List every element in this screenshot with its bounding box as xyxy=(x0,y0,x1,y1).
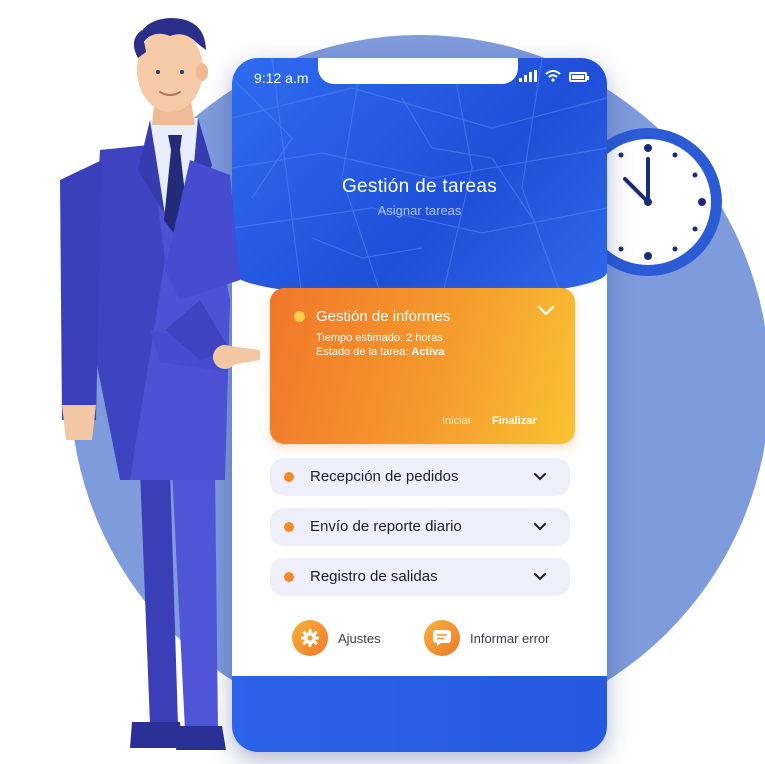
task-status-dot xyxy=(284,472,294,482)
task-label: Registro de salidas xyxy=(310,568,438,585)
report-error-label: Informar error xyxy=(470,630,550,646)
app-header: 9:12 a.m Gestión de tareas Asignar tarea… xyxy=(232,58,607,298)
gear-icon xyxy=(292,620,328,656)
finish-task-button[interactable]: Finalizar xyxy=(492,415,537,427)
settings-button[interactable]: Ajustes xyxy=(292,620,381,656)
status-icons xyxy=(519,70,589,82)
active-task-title: Gestión de informes xyxy=(316,308,451,325)
task-label: Recepción de pedidos xyxy=(310,468,459,485)
chevron-down-icon[interactable] xyxy=(537,304,555,318)
active-task-status-value: Activa xyxy=(411,346,445,358)
active-task-card[interactable]: Gestión de informes Tiempo estimado: 2 h… xyxy=(270,288,575,444)
status-time: 9:12 a.m xyxy=(254,70,309,86)
settings-label: Ajustes xyxy=(338,630,381,646)
active-task-time-estimate: Tiempo estimado: 2 horas xyxy=(316,332,443,344)
active-task-status-prefix: Estado de la tarea: xyxy=(316,346,412,358)
chevron-down-icon[interactable] xyxy=(534,472,546,482)
page-title: Gestión de tareas xyxy=(341,176,498,197)
task-item[interactable]: Registro de salidas xyxy=(270,558,570,596)
task-item[interactable]: Envío de reporte diario xyxy=(270,508,570,546)
page-subtitle: Asignar tareas xyxy=(377,203,462,218)
start-task-button[interactable]: Iniciar xyxy=(442,415,471,427)
signal-icon xyxy=(519,70,537,82)
wifi-icon xyxy=(545,70,561,82)
message-icon xyxy=(424,620,460,656)
phone-mockup: 9:12 a.m Gestión de tareas Asignar tarea… xyxy=(232,58,607,752)
battery-icon xyxy=(569,72,589,82)
chevron-down-icon[interactable] xyxy=(534,522,546,532)
chevron-down-icon[interactable] xyxy=(534,572,546,582)
report-error-button[interactable]: Informar error xyxy=(424,620,549,656)
task-label: Envío de reporte diario xyxy=(310,518,462,535)
task-item[interactable]: Recepción de pedidos xyxy=(270,458,570,496)
phone-notch xyxy=(318,58,518,84)
phone-footer xyxy=(232,676,607,752)
active-task-status: Estado de la tarea: Activa xyxy=(316,346,444,358)
task-status-dot xyxy=(284,572,294,582)
task-status-dot xyxy=(294,311,305,322)
task-status-dot xyxy=(284,522,294,532)
